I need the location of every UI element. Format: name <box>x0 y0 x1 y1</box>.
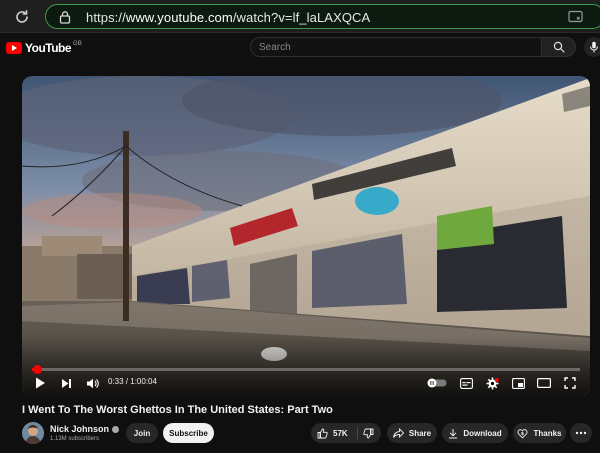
download-icon <box>448 428 458 439</box>
next-icon <box>61 378 71 388</box>
like-divider <box>357 427 358 439</box>
thanks-label: Thanks <box>533 428 562 438</box>
more-actions-button[interactable] <box>570 423 592 443</box>
channel-name-text[interactable]: Nick Johnson <box>50 424 109 434</box>
logo-country-code: GB <box>73 41 82 47</box>
channel-name[interactable]: Nick Johnson <box>50 424 120 434</box>
share-icon <box>392 428 404 438</box>
youtube-logo-icon <box>6 42 22 54</box>
like-button[interactable] <box>317 428 328 439</box>
miniplayer-button[interactable] <box>510 375 526 391</box>
search-icon <box>553 41 565 53</box>
lock-icon[interactable] <box>58 10 72 24</box>
volume-button[interactable] <box>84 375 100 391</box>
volume-icon <box>86 378 99 388</box>
controls-gradient <box>22 337 590 397</box>
share-button[interactable]: Share <box>387 423 437 443</box>
dislike-button[interactable] <box>362 428 374 439</box>
fullscreen-icon <box>564 377 576 389</box>
svg-text:$: $ <box>521 430 524 436</box>
current-time: 0:33 <box>108 377 124 386</box>
join-button[interactable]: Join <box>126 423 158 443</box>
download-button[interactable]: Download <box>442 423 508 443</box>
share-label: Share <box>408 428 432 438</box>
url-prefix: https:// <box>86 10 126 25</box>
video-title: I Went To The Worst Ghettos In The Unite… <box>22 404 333 416</box>
avatar-image <box>22 422 44 444</box>
play-icon <box>35 377 45 389</box>
youtube-header: YouTube GB <box>0 33 600 63</box>
time-display: 0:33 / 1:00:04 <box>108 377 157 386</box>
settings-icon <box>486 377 499 389</box>
settings-button[interactable] <box>484 375 500 391</box>
next-button[interactable] <box>58 375 74 391</box>
address-bar[interactable]: https://www.youtube.com/watch?v=lf_laLAX… <box>45 4 600 29</box>
theater-mode-button[interactable] <box>536 375 552 391</box>
like-count[interactable]: 57K <box>333 429 348 438</box>
reload-icon <box>16 10 28 23</box>
progress-bar[interactable] <box>32 365 580 374</box>
url-path: /watch?v=lf_laLAXQCA <box>232 10 371 25</box>
subscriber-count: 1.13M subscribers <box>50 436 100 442</box>
video-player[interactable]: 0:33 / 1:00:04 <box>22 76 590 397</box>
url-text: https://www.youtube.com/watch?v=lf_laLAX… <box>86 10 370 25</box>
download-label: Download <box>463 428 502 438</box>
browser-toolbar: https://www.youtube.com/watch?v=lf_laLAX… <box>0 0 600 33</box>
dislike-icon <box>362 428 374 438</box>
url-domain: www.youtube.com <box>125 10 233 25</box>
autoplay-toggle[interactable] <box>426 375 448 391</box>
voice-search-button[interactable] <box>584 37 600 57</box>
fullscreen-button[interactable] <box>562 375 578 391</box>
like-dislike-group: 57K <box>311 423 381 443</box>
more-icon <box>575 431 587 435</box>
verified-icon <box>112 426 120 434</box>
reload-button[interactable] <box>10 5 34 29</box>
reader-icon[interactable] <box>568 10 584 24</box>
thanks-button[interactable]: $ Thanks <box>513 423 566 443</box>
logo-text: YouTube <box>25 41 72 55</box>
captions-icon <box>459 377 473 389</box>
youtube-logo[interactable]: YouTube GB <box>6 41 82 55</box>
miniplayer-icon <box>511 377 525 389</box>
mic-icon <box>590 41 598 53</box>
captions-button[interactable] <box>458 375 474 391</box>
play-button[interactable] <box>32 375 48 391</box>
thanks-icon: $ <box>517 428 528 439</box>
theater-icon <box>537 378 551 388</box>
search-input[interactable] <box>251 38 541 56</box>
subscribe-button[interactable]: Subscribe <box>163 423 214 443</box>
autoplay-toggle-icon <box>427 378 447 388</box>
duration: 1:00:04 <box>130 377 157 386</box>
search-box[interactable] <box>250 37 542 57</box>
search-button[interactable] <box>542 37 576 57</box>
like-icon <box>317 428 328 438</box>
scrubber-handle[interactable] <box>33 365 43 374</box>
channel-avatar[interactable] <box>22 422 44 444</box>
